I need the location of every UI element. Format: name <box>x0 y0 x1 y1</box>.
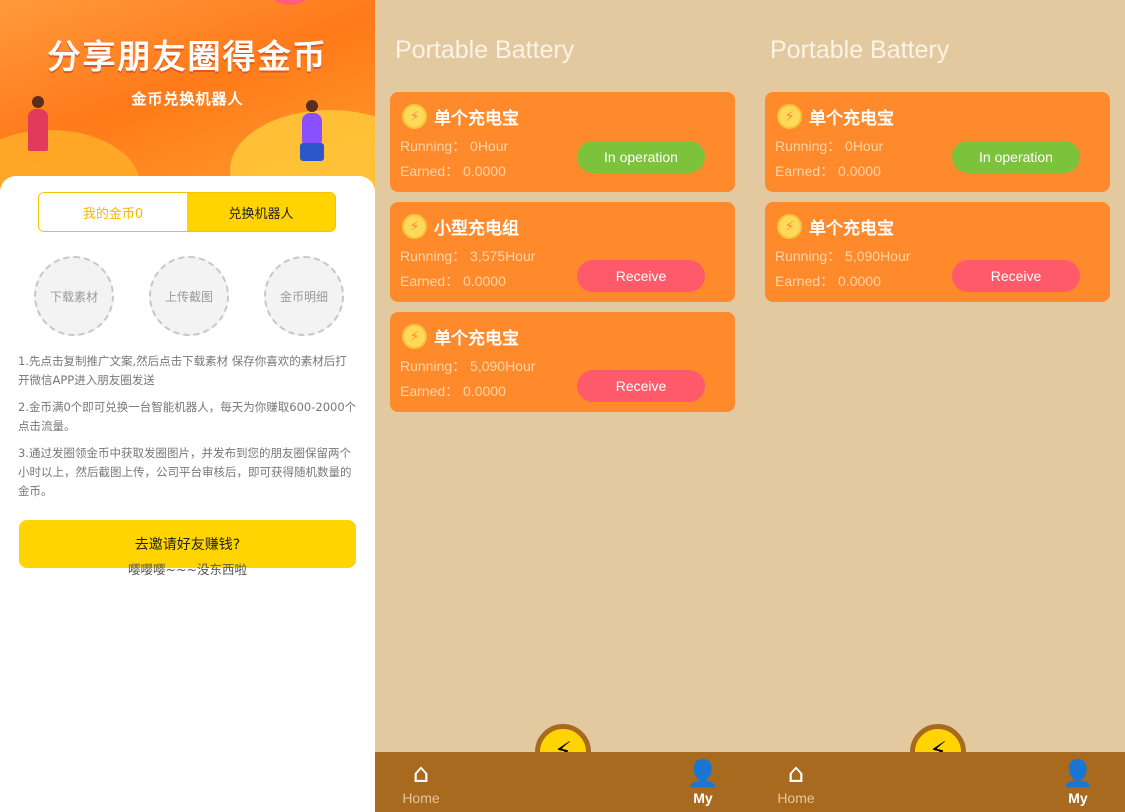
tab-label: Home <box>777 790 815 806</box>
running-hours: Running： 5,090Hour <box>775 248 911 264</box>
banner-subtitle: 金币兑换机器人 <box>131 90 244 108</box>
home-icon: ⌂ <box>787 759 805 789</box>
earned-amount: Earned： 0.0000 <box>400 273 506 289</box>
receive-button[interactable]: Receive <box>577 260 705 292</box>
content-card: 我的金币0 兑换机器人 下载素材 上传截图 金币明细 1.先点击复制推广文案,然… <box>0 176 375 812</box>
running-hours: Running： 0Hour <box>775 138 884 154</box>
battery-task-card: ⚡ 小型充电组 Running： 3,575Hour Earned： 0.000… <box>390 202 735 302</box>
tab-my[interactable]: 👤 My <box>1048 758 1108 806</box>
tab-home[interactable]: ⌂ Home <box>391 758 451 806</box>
task-name: 单个充电宝 <box>434 109 519 129</box>
task-name: 单个充电宝 <box>809 109 894 129</box>
empty-message: 嘤嘤嘤~~~没东西啦 <box>128 562 247 577</box>
lightning-bolt-icon: ⚡ <box>402 214 427 239</box>
running-hours: Running： 0Hour <box>400 138 509 154</box>
rule-item: 2.金币满0个即可兑换一台智能机器人，每天为你赚取600-2000个点击流量。 <box>18 400 357 433</box>
lightning-bolt-icon: ⚡ <box>402 104 427 129</box>
battery-task-card: ⚡ 单个充电宝 Running： 5,090Hour Earned： 0.000… <box>765 202 1110 302</box>
receive-button[interactable]: Receive <box>577 370 705 402</box>
segment-my-coins[interactable]: 我的金币0 <box>39 193 187 231</box>
download-material-button[interactable]: 下载素材 <box>34 256 114 336</box>
battery-task-list: ⚡ 单个充电宝 Running： 0Hour Earned： 0.0000 In… <box>390 92 735 422</box>
task-name: 小型充电组 <box>434 219 519 239</box>
action-circles: 下载素材 上传截图 金币明细 <box>34 256 344 336</box>
person-illustration <box>300 100 324 161</box>
battery-task-card: ⚡ 单个充电宝 Running： 0Hour Earned： 0.0000 In… <box>765 92 1110 192</box>
coin-details-button[interactable]: 金币明细 <box>264 256 344 336</box>
earned-amount: Earned： 0.0000 <box>400 383 506 399</box>
in-operation-button[interactable]: In operation <box>952 141 1080 173</box>
page-title: Portable Battery <box>395 36 575 64</box>
banner-decoration <box>270 0 310 5</box>
tab-my[interactable]: 👤 My <box>673 758 733 806</box>
task-name: 单个充电宝 <box>434 329 519 349</box>
task-name: 单个充电宝 <box>809 219 894 239</box>
rules-text: 1.先点击复制推广文案,然后点击下载素材 保存你喜欢的素材后打开微信APP进入朋… <box>18 352 358 509</box>
bottom-tab-bar: ⌂ Home 👤 My <box>750 752 1125 812</box>
home-icon: ⌂ <box>412 759 430 789</box>
tab-label: Home <box>402 790 440 806</box>
lightning-bolt-icon: ⚡ <box>777 104 802 129</box>
user-icon: 👤 <box>1061 759 1095 789</box>
lightning-bolt-icon: ⚡ <box>777 214 802 239</box>
earned-amount: Earned： 0.0000 <box>775 163 881 179</box>
lightning-bolt-icon: ⚡ <box>402 324 427 349</box>
battery-task-list: ⚡ 单个充电宝 Running： 0Hour Earned： 0.0000 In… <box>765 92 1110 312</box>
page-title: Portable Battery <box>770 36 950 64</box>
coins-share-panel: 分享朋友圈得金币 金币兑换机器人 我的金币0 兑换机器人 下载素材 上传截图 金… <box>0 0 375 812</box>
running-hours: Running： 5,090Hour <box>400 358 536 374</box>
tab-label: My <box>693 790 713 806</box>
battery-list-screen: Portable Battery ⚡ 单个充电宝 Running： 0Hour … <box>375 0 750 812</box>
battery-task-card: ⚡ 单个充电宝 Running： 0Hour Earned： 0.0000 In… <box>390 92 735 192</box>
earned-amount: Earned： 0.0000 <box>400 163 506 179</box>
banner-title: 分享朋友圈得金币 <box>47 37 328 76</box>
tab-home[interactable]: ⌂ Home <box>766 758 826 806</box>
in-operation-button[interactable]: In operation <box>577 141 705 173</box>
running-hours: Running： 3,575Hour <box>400 248 536 264</box>
battery-list-screen: Portable Battery ⚡ 单个充电宝 Running： 0Hour … <box>750 0 1125 812</box>
segment-exchange-robot[interactable]: 兑换机器人 <box>187 193 335 231</box>
segment-control: 我的金币0 兑换机器人 <box>38 192 336 232</box>
user-icon: 👤 <box>686 759 720 789</box>
receive-button[interactable]: Receive <box>952 260 1080 292</box>
rule-item: 1.先点击复制推广文案,然后点击下载素材 保存你喜欢的素材后打开微信APP进入朋… <box>18 354 347 387</box>
rule-item: 3.通过发圈领金币中获取发圈图片，并发布到您的朋友圈保留两个小时以上，然后截图上… <box>18 446 352 498</box>
promo-banner: 分享朋友圈得金币 金币兑换机器人 <box>0 0 375 200</box>
bottom-tab-bar: ⌂ Home 👤 My <box>375 752 750 812</box>
tab-label: My <box>1068 790 1088 806</box>
upload-screenshot-button[interactable]: 上传截图 <box>149 256 229 336</box>
earned-amount: Earned： 0.0000 <box>775 273 881 289</box>
battery-task-card: ⚡ 单个充电宝 Running： 5,090Hour Earned： 0.000… <box>390 312 735 412</box>
